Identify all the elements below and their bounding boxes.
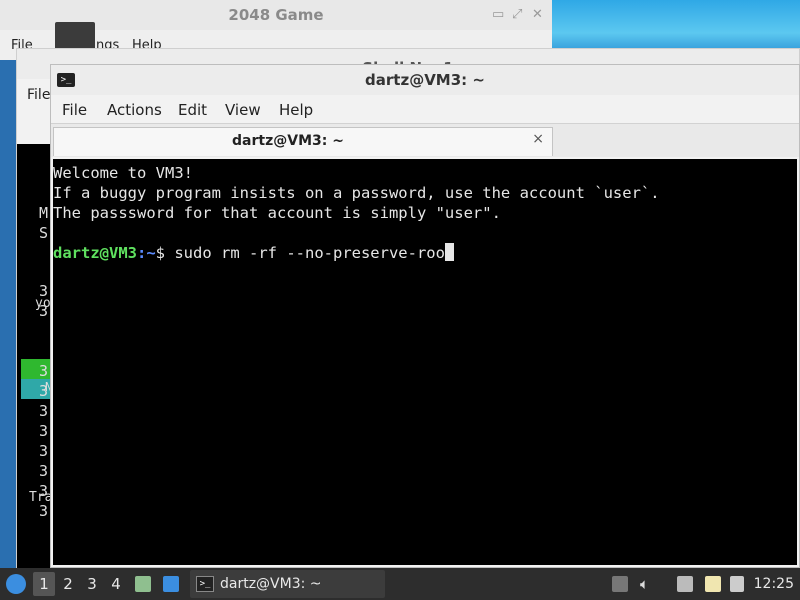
terminal-window-title: dartz@VM3: ~ [365, 71, 485, 89]
terminal-titlebar[interactable]: >_ dartz@VM3: ~ [51, 65, 799, 95]
tab-bar: dartz@VM3: ~ × [51, 123, 799, 157]
workspace-3[interactable]: 3 [81, 572, 103, 596]
volume-icon[interactable]: 🔈︎ [640, 576, 656, 592]
text-cursor [444, 243, 454, 261]
workspace-4[interactable]: 4 [105, 572, 127, 596]
menu-file[interactable]: File [62, 101, 87, 119]
menu-help[interactable]: Help [279, 101, 313, 119]
task-label: dartz@VM3: ~ [220, 576, 322, 592]
side-green-block [21, 359, 53, 379]
clipboard-icon[interactable] [705, 576, 721, 592]
show-desktop-icon[interactable] [163, 576, 179, 592]
menu-view[interactable]: View [225, 101, 261, 119]
side-letter: S [39, 224, 49, 242]
command-input[interactable]: sudo rm -rf --no-preserve-roo [174, 244, 445, 262]
prompt-path: :~ [137, 244, 156, 262]
side-number: 3 [39, 362, 49, 380]
console-line: If a buggy program insists on a password… [53, 184, 660, 202]
maximize-icon[interactable]: ⤢ [512, 7, 522, 22]
workspace-1[interactable]: 1 [33, 572, 55, 596]
close-icon[interactable]: ✕ [532, 7, 543, 22]
terminal-window: >_ dartz@VM3: ~ File Actions Edit View H… [50, 64, 800, 568]
prompt-symbol: $ [155, 244, 175, 262]
shell-console: M S 3 yo 3 3 N 3 3 3 3 3 3 Tra 3 [17, 144, 53, 569]
shell-menu-file[interactable]: File [27, 87, 50, 103]
terminal-console[interactable]: Welcome to VM3! If a buggy program insis… [53, 159, 797, 565]
side-number: 3 [39, 442, 49, 460]
side-number: 3 [39, 302, 49, 320]
side-letter: M [39, 204, 49, 222]
side-number: 3 [39, 502, 49, 520]
side-number: 3 [39, 402, 49, 420]
console-line: Welcome to VM3! [53, 164, 193, 182]
clock[interactable]: 12:25 [754, 568, 794, 600]
side-number: 3 [39, 422, 49, 440]
updates-icon[interactable] [612, 576, 628, 592]
prompt-line: dartz@VM3:~$ sudo rm -rf --no-preserve-r… [53, 243, 454, 263]
console-line: The passsword for that account is simply… [53, 204, 501, 222]
taskbar-terminal-task[interactable]: >_ dartz@VM3: ~ [190, 570, 385, 598]
task-terminal-icon: >_ [196, 576, 214, 592]
prompt-user: dartz@VM3 [53, 244, 137, 262]
tab-title: dartz@VM3: ~ [232, 133, 344, 149]
notification-icon[interactable] [730, 576, 744, 592]
minimize-icon[interactable]: ▭ [492, 7, 504, 22]
tab-close-icon[interactable]: × [532, 131, 544, 147]
start-menu-icon[interactable] [6, 574, 26, 594]
workspace-2[interactable]: 2 [57, 572, 79, 596]
menu-actions[interactable]: Actions [107, 101, 162, 119]
taskbar: 1 2 3 4 >_ dartz@VM3: ~ 🔈︎ 12:25 [0, 568, 800, 600]
side-number: 3 [39, 462, 49, 480]
tab-terminal[interactable]: dartz@VM3: ~ × [53, 127, 553, 156]
network-icon[interactable] [677, 576, 693, 592]
file-manager-icon[interactable] [135, 576, 151, 592]
menu-edit[interactable]: Edit [178, 101, 207, 119]
side-number: 3 [39, 382, 49, 400]
